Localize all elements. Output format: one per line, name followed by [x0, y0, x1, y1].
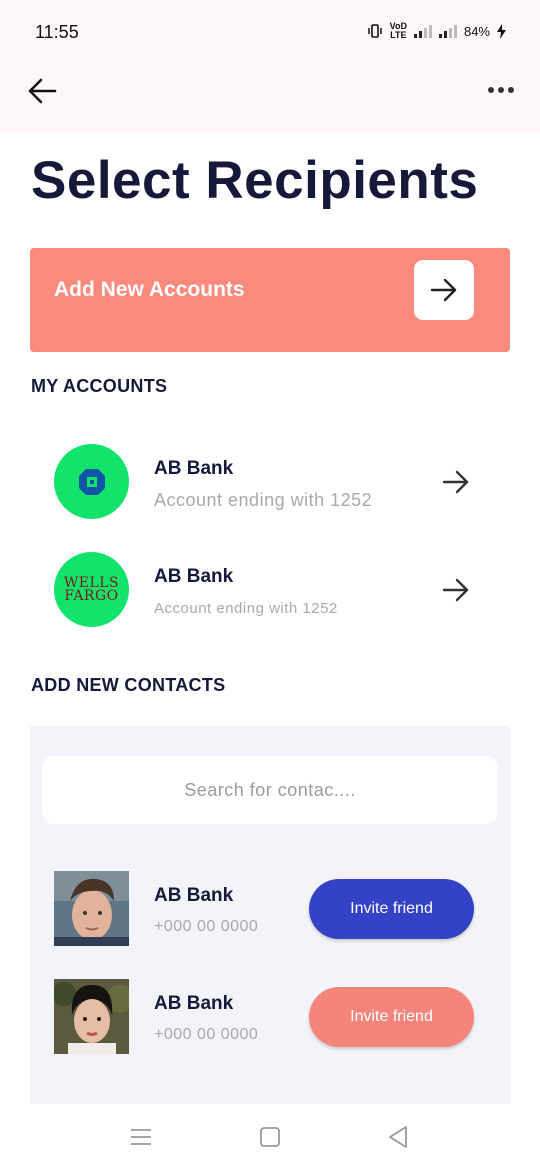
signal-2-icon — [438, 24, 457, 38]
signal-1-icon — [413, 24, 432, 38]
contact-name: AB Bank — [154, 885, 234, 906]
account-subtitle: Account ending with 1252 — [154, 600, 338, 617]
contact-row: AB Bank +000 00 0000 Invite friend — [54, 871, 484, 947]
account-name: AB Bank — [154, 458, 234, 479]
account-row[interactable]: AB Bank Account ending with 1252 — [54, 444, 484, 520]
add-new-accounts-button[interactable] — [414, 260, 474, 320]
arrow-right-icon[interactable] — [442, 469, 470, 495]
search-contacts-input[interactable] — [42, 756, 498, 824]
contact-row: AB Bank +000 00 0000 Invite friend — [54, 979, 484, 1055]
avatar — [54, 871, 129, 946]
account-subtitle: Account ending with 1252 — [154, 490, 373, 510]
app-bar — [0, 62, 540, 132]
charging-icon — [497, 23, 506, 39]
avatar — [54, 979, 129, 1054]
battery-percent: 84% — [463, 23, 490, 39]
page-title: Select Recipients — [31, 151, 479, 210]
account-name: AB Bank — [154, 566, 234, 587]
contacts-panel: AB Bank +000 00 0000 Invite friend AB Ba… — [30, 726, 510, 1104]
account-row[interactable]: WELLS FARGO AB Bank Account ending with … — [54, 552, 484, 628]
contact-phone: +000 00 0000 — [154, 1026, 259, 1043]
menu-icon[interactable] — [128, 1124, 154, 1150]
back-triangle-icon[interactable] — [386, 1124, 412, 1150]
invite-friend-button[interactable]: Invite friend — [309, 987, 474, 1047]
volte-icon: VoD LTE — [389, 21, 407, 40]
vibrate-icon — [367, 24, 382, 38]
status-bar: 11:55 VoD LTE 84% — [0, 0, 540, 62]
status-time: 11:55 — [35, 22, 79, 42]
contact-name: AB Bank — [154, 993, 234, 1014]
status-icons: VoD LTE 84% — [367, 22, 506, 40]
home-icon[interactable] — [257, 1124, 283, 1150]
arrow-left-icon[interactable] — [26, 74, 60, 108]
system-nav-bar — [0, 1104, 540, 1170]
my-accounts-heading: MY ACCOUNTS — [31, 376, 168, 396]
invite-friend-button[interactable]: Invite friend — [309, 879, 474, 939]
add-new-accounts-banner[interactable]: Add New Accounts — [30, 248, 510, 352]
arrow-right-icon[interactable] — [442, 577, 470, 603]
arrow-right-icon — [430, 278, 457, 302]
chase-logo-icon — [54, 444, 129, 519]
add-new-accounts-label: Add New Accounts — [54, 278, 245, 301]
add-new-contacts-heading: ADD NEW CONTACTS — [31, 675, 226, 695]
more-horizontal-icon[interactable] — [486, 80, 516, 100]
contact-phone: +000 00 0000 — [154, 918, 259, 935]
wells-fargo-logo-icon: WELLS FARGO — [54, 552, 129, 627]
